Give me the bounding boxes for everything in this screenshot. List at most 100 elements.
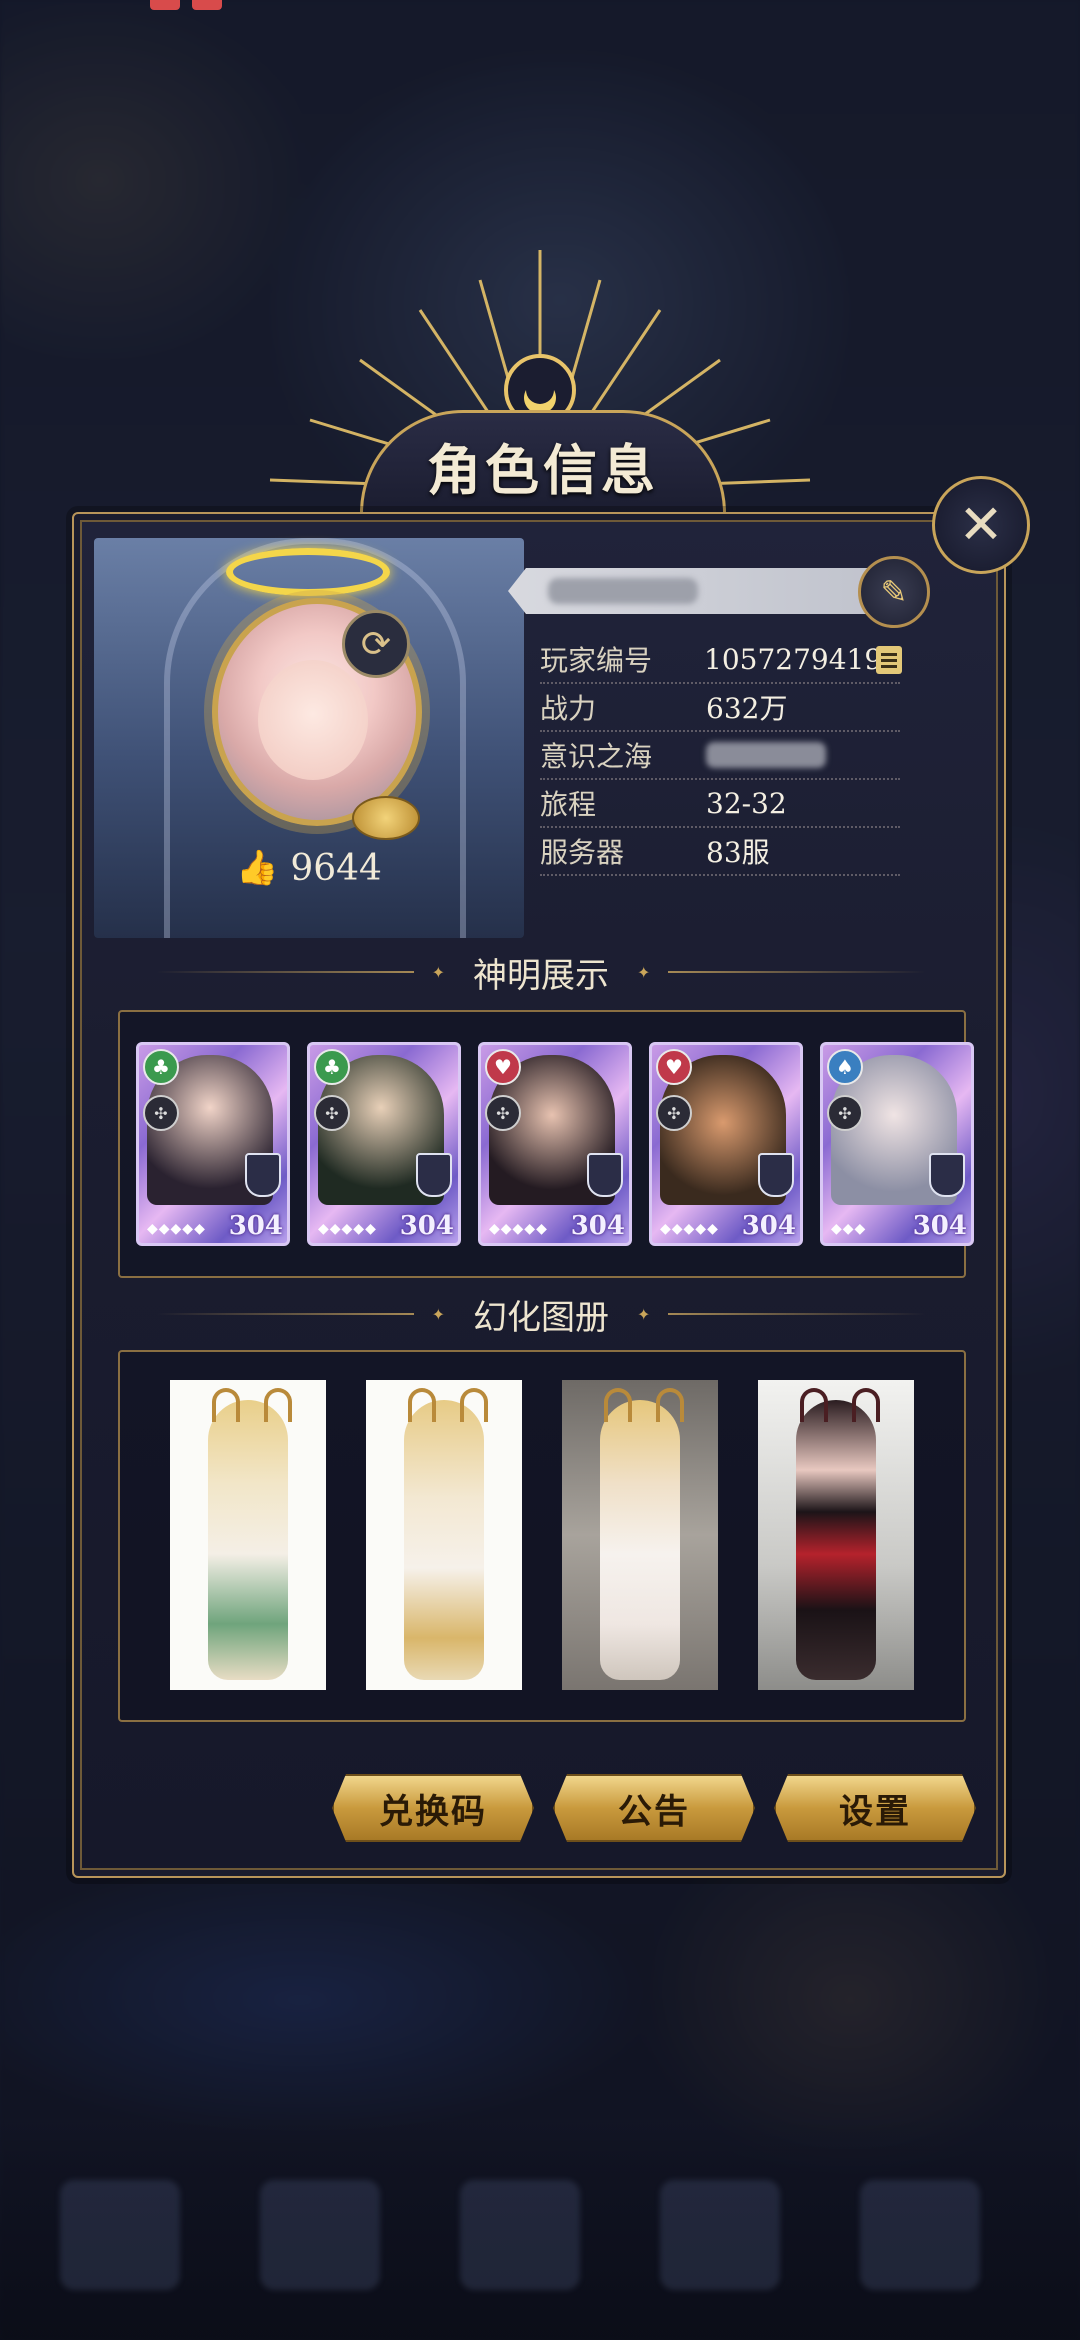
like-count: 9644: [290, 847, 382, 889]
skin-gallery: [170, 1380, 914, 1690]
hero-card-list: ♣ ✣ ◆◆◆◆◆ 304 ♣ ✣ ◆◆◆◆◆ 304 ♥ ✣ ◆◆◆◆◆ 30…: [136, 1042, 974, 1246]
nav-item: [60, 2180, 180, 2290]
info-row-sea-of-consciousness: 意识之海: [540, 732, 900, 780]
status-bar: [0, 0, 1080, 16]
refresh-icon: ⟳: [360, 623, 392, 665]
hero-card[interactable]: ♣ ✣ ◆◆◆◆◆ 304: [307, 1042, 461, 1246]
skin-figure: [796, 1400, 876, 1680]
edit-name-button[interactable]: ✎: [858, 556, 930, 628]
star-rank: ◆◆◆◆◆: [660, 1221, 719, 1237]
nav-item: [860, 2180, 980, 2290]
player-id-value: 10572794196: [704, 642, 900, 676]
divider: [156, 971, 414, 973]
divider: [668, 1313, 926, 1315]
heart-icon: ♥: [485, 1049, 521, 1085]
info-label: 旅程: [540, 788, 597, 821]
section-title: 幻化图册: [473, 1297, 609, 1338]
skin-thumbnail[interactable]: [758, 1380, 914, 1690]
quill-edit-icon: ✎: [880, 573, 908, 611]
star-rank: ◆◆◆◆◆: [318, 1221, 377, 1237]
notice-button[interactable]: 公告: [553, 1774, 755, 1842]
shield-icon: [245, 1153, 281, 1197]
info-row-player-id: 玩家编号 10572794196: [540, 636, 902, 684]
hero-card[interactable]: ♠ ✣ ◆◆◆ 304: [820, 1042, 974, 1246]
close-icon: ✕: [958, 493, 1004, 556]
hero-card[interactable]: ♣ ✣ ◆◆◆◆◆ 304: [136, 1042, 290, 1246]
diamond-icon: ✦: [637, 962, 651, 982]
skin-figure: [600, 1400, 680, 1680]
player-info-list: 玩家编号 10572794196 战力 632万 意识之海 旅程 32-32 服…: [540, 636, 902, 876]
hero-level: 304: [399, 1211, 454, 1241]
notification-icon: [192, 0, 222, 10]
hero-level: 304: [741, 1211, 796, 1241]
journey-value: 32-32: [706, 786, 787, 820]
skin-figure: [404, 1400, 484, 1680]
info-label: 战力: [540, 692, 597, 725]
horn-decoration: [800, 1388, 828, 1422]
info-row-journey: 旅程 32-32: [540, 780, 900, 828]
redacted-value: [706, 742, 826, 768]
halo-decoration: [226, 548, 390, 596]
skin-thumbnail[interactable]: [562, 1380, 718, 1690]
hero-level: 304: [912, 1211, 967, 1241]
class-icon: ✣: [656, 1095, 692, 1131]
info-label: 玩家编号: [540, 644, 653, 677]
hero-level: 304: [228, 1211, 283, 1241]
heart-icon: ♥: [656, 1049, 692, 1085]
close-button[interactable]: ✕: [932, 476, 1030, 574]
class-icon: ✣: [827, 1095, 863, 1131]
horn-decoration: [408, 1388, 436, 1422]
star-rank: ◆◆◆◆◆: [147, 1221, 206, 1237]
section-header-skins: ✦ 幻化图册 ✦: [156, 1294, 926, 1338]
avatar-face: [258, 660, 368, 780]
like-counter[interactable]: 👍 9644: [236, 846, 382, 890]
star-rank: ◆◆◆◆◆: [489, 1221, 548, 1237]
skin-figure: [208, 1400, 288, 1680]
class-icon: ✣: [485, 1095, 521, 1131]
spade-icon: ♠: [827, 1049, 863, 1085]
horn-decoration: [264, 1388, 292, 1422]
club-icon: ♣: [143, 1049, 179, 1085]
nav-item: [460, 2180, 580, 2290]
skin-thumbnail[interactable]: [366, 1380, 522, 1690]
redeem-code-button[interactable]: 兑换码: [332, 1774, 534, 1842]
class-icon: ✣: [314, 1095, 350, 1131]
shield-icon: [416, 1153, 452, 1197]
shield-icon: [929, 1153, 965, 1197]
club-icon: ♣: [314, 1049, 350, 1085]
hero-card[interactable]: ♥ ✣ ◆◆◆◆◆ 304: [478, 1042, 632, 1246]
hero-level: 304: [570, 1211, 625, 1241]
horn-decoration: [852, 1388, 880, 1422]
title-banner: 角色信息: [360, 410, 726, 513]
diamond-icon: ✦: [431, 962, 445, 982]
info-row-power: 战力 632万: [540, 684, 900, 732]
skin-thumbnail[interactable]: [170, 1380, 326, 1690]
shield-icon: [758, 1153, 794, 1197]
class-icon: ✣: [143, 1095, 179, 1131]
hero-card[interactable]: ♥ ✣ ◆◆◆◆◆ 304: [649, 1042, 803, 1246]
horn-decoration: [460, 1388, 488, 1422]
section-title: 神明展示: [473, 955, 609, 996]
diamond-icon: ✦: [637, 1304, 651, 1324]
page-title: 角色信息: [427, 438, 659, 502]
diamond-icon: ✦: [431, 1304, 445, 1324]
info-label: 意识之海: [540, 740, 653, 773]
settings-button[interactable]: 设置: [774, 1774, 976, 1842]
player-name-redacted: [548, 578, 698, 604]
coin-decoration: [352, 796, 420, 840]
nav-item: [660, 2180, 780, 2290]
horn-decoration: [212, 1388, 240, 1422]
copy-icon[interactable]: [876, 646, 902, 674]
info-label: 服务器: [540, 836, 625, 869]
info-row-server: 服务器 83服: [540, 828, 900, 876]
divider: [668, 971, 926, 973]
star-rank: ◆◆◆: [831, 1221, 867, 1237]
divider: [156, 1313, 414, 1315]
nav-item: [260, 2180, 380, 2290]
shield-icon: [587, 1153, 623, 1197]
thumbs-up-icon: 👍: [236, 848, 279, 888]
notification-icon: [150, 0, 180, 10]
horn-decoration: [604, 1388, 632, 1422]
change-avatar-button[interactable]: ⟳: [342, 610, 410, 678]
section-header-heroes: ✦ 神明展示 ✦: [156, 952, 926, 996]
